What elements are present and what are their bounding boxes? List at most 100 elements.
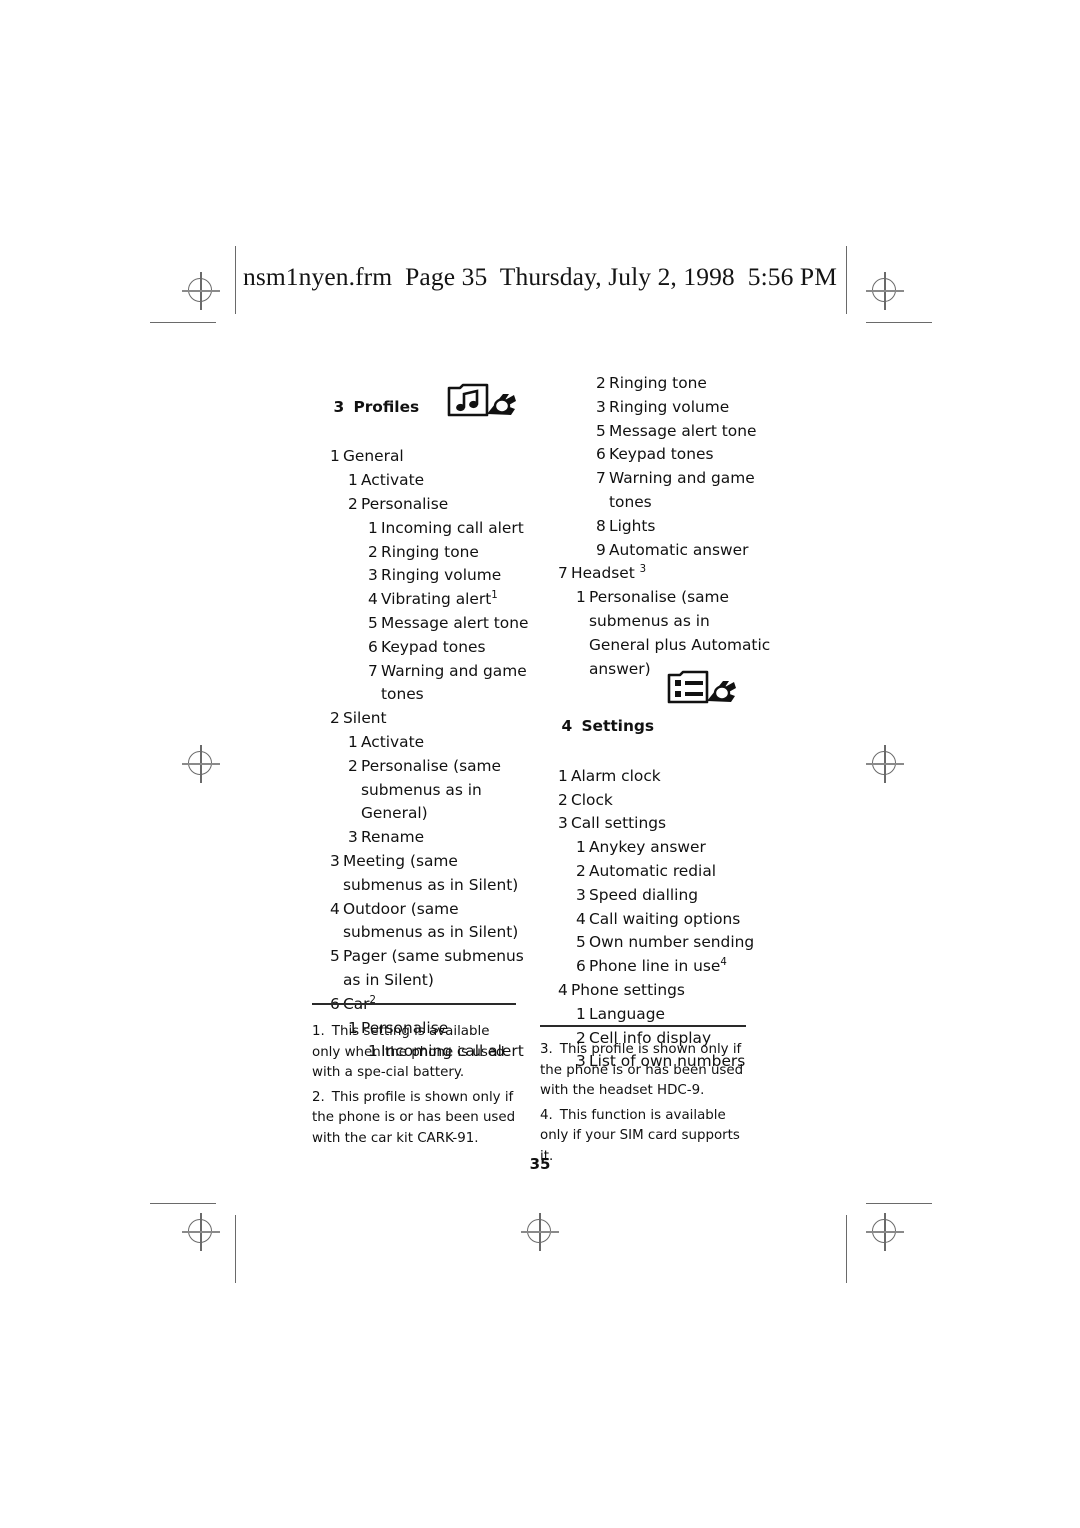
menu-entry-label: Warning and game tones: [381, 661, 527, 704]
menu-entry-label: Ringing tone: [609, 374, 707, 392]
menu-entry: 4 Phone settings: [558, 979, 772, 1003]
menu-entry-number: 5: [576, 933, 586, 952]
menu-entry: 7 Warning and game tones: [596, 467, 772, 515]
menu-entry-label: Alarm clock: [571, 766, 661, 785]
footnote-rule-left: [312, 1003, 516, 1005]
file-header-line: nsm1nyen.frm Page 35 Thursday, July 2, 1…: [242, 262, 837, 291]
menu-entry-number: 6: [368, 637, 378, 656]
menu-entry-number: 1: [348, 471, 358, 490]
menu-entry-number: 2: [368, 542, 378, 561]
menu-list-profiles: 1 General 1 Activate 2 Personalise 1 Incoming c…: [312, 445, 534, 1064]
footnote: 3. This profile is shown only if the phon…: [540, 1040, 752, 1102]
menu-entry-label: Language: [589, 1004, 665, 1023]
menu-entry: 3 Rename: [348, 826, 534, 850]
menu-entry: 2 Silent: [330, 707, 534, 731]
menu-entry: 1 Activate: [348, 731, 534, 755]
footnote: 1. This setting is available only when th…: [312, 1022, 520, 1084]
menu-entry-label: Ringing tone: [381, 542, 479, 561]
menu-entry-label: Vibrating alert1: [381, 590, 498, 609]
menu-entry-number: 4: [576, 909, 586, 928]
menu-entry-number: 2: [558, 790, 568, 809]
footnote-text: This setting is available only when the …: [312, 1024, 505, 1081]
crop-mark-bottom-right-h: [866, 1203, 932, 1205]
menu-entry-label: Phone settings: [571, 980, 685, 999]
menu-entry-number: 1: [330, 447, 340, 466]
menu-entry-label: Clock: [571, 790, 613, 809]
menu-entry: 1 Incoming call alert: [368, 517, 534, 541]
menu-entry: 3 Ringing volume: [596, 396, 772, 420]
menu-entry-label: Outdoor (same submenus as in Silent): [343, 899, 519, 942]
menu-entry-number: 4: [368, 590, 378, 609]
menu-entry-label: Meeting (same submenus as in Silent): [343, 851, 519, 894]
footnote-text: This profile is shown only if the phone …: [540, 1042, 744, 1099]
menu-entry-number: 3: [348, 828, 358, 847]
menu-entry-label: Phone line in use4: [589, 957, 727, 976]
menu-entry-label: Personalise: [361, 494, 449, 513]
menu-entry: 2 Personalise (same submenus as in Genera…: [348, 755, 534, 826]
footnote: 2. This profile is shown only if the phon…: [312, 1088, 520, 1150]
menu-entry: 5 Message alert tone: [596, 420, 772, 444]
footnote-rule-right: [540, 1025, 746, 1027]
menu-entry: 3 Ringing volume: [368, 564, 534, 588]
right-column: 2 Ringing tone 3 Ringing volume 5 Message ale…: [540, 372, 772, 1074]
footnote-number: 1.: [312, 1024, 325, 1039]
menu-entry-label: Automatic redial: [589, 861, 717, 880]
menu-entry: 1 Personalise (same submenus as in Genera…: [576, 586, 772, 681]
menu-entry: 8 Lights: [596, 515, 772, 539]
menu-entry-number: 5: [330, 947, 340, 966]
footnote-marker: 3: [639, 564, 647, 576]
section-title: Profiles: [353, 397, 420, 416]
menu-entry: 3 Meeting (same submenus as in Silent): [330, 850, 534, 898]
left-column: 3 Profiles 1 General 1 Activate 2 Personalise 1…: [312, 372, 534, 1064]
menu-entry-number: 6: [576, 957, 586, 976]
menu-entry: 6 Keypad tones: [368, 636, 534, 660]
menu-entry-number: 1: [348, 732, 358, 751]
menu-entry-number: 3: [576, 885, 586, 904]
crop-mark-bottom-left-v: [235, 1215, 237, 1283]
menu-entry-number: 7: [558, 564, 568, 583]
section-number: 3: [333, 397, 345, 416]
menu-entry-label: Car2: [343, 994, 376, 1013]
menu-entry-number: 9: [596, 540, 606, 559]
crop-mark-bottom-left-h: [150, 1203, 216, 1205]
menu-entry-label: Automatic answer: [609, 540, 749, 559]
menu-entry-label: Keypad tones: [381, 637, 486, 656]
menu-entry-label: Ringing volume: [609, 397, 730, 416]
menu-entry-number: 6: [596, 445, 606, 464]
menu-entry-label: General: [343, 447, 404, 466]
menu-entry: 2 Personalise: [348, 493, 534, 517]
menu-entry-number: 1: [576, 588, 586, 607]
menu-entry-label: Message alert tone: [609, 421, 757, 440]
footnote-number: 2.: [312, 1089, 325, 1105]
registration-mark-bottom-right: [866, 1213, 904, 1251]
menu-entry: 6 Keypad tones: [596, 443, 772, 467]
menu-entry-label: Message alert tone: [381, 613, 529, 632]
menu-entry-number: 5: [368, 613, 378, 632]
menu-entry-number: 2: [596, 374, 606, 392]
menu-entry-label: Call settings: [571, 814, 666, 833]
menu-entry: 5 Pager (same submenus as in Silent): [330, 945, 534, 993]
menu-entry-number: 3: [330, 851, 340, 870]
menu-entry: 2 Clock: [558, 789, 772, 813]
menu-entry-label: Rename: [361, 828, 425, 847]
footnote-marker: 1: [491, 590, 498, 602]
footnote-number: 3.: [540, 1042, 553, 1057]
menu-entry: 1 Activate: [348, 469, 534, 493]
footnote-marker: 4: [720, 957, 727, 968]
menu-entry: 1 Language: [576, 1003, 772, 1027]
menu-entry-number: 4: [558, 980, 568, 999]
menu-entry-number: 5: [596, 421, 606, 440]
section-number: 4: [561, 717, 573, 736]
menu-entry-number: 4: [330, 899, 340, 918]
footnotes-right: 3. This profile is shown only if the phon…: [540, 1040, 752, 1172]
menu-entry-label: Activate: [361, 732, 425, 751]
menu-entry-number: 6: [330, 993, 343, 1017]
menu-entry-number: 1: [368, 518, 378, 537]
menu-entry-label: Call waiting options: [589, 909, 741, 928]
menu-entry: 3 Call settings: [558, 812, 772, 836]
menu-entry-number: 3: [558, 814, 568, 833]
registration-mark-middle-left: [182, 745, 220, 783]
page-number: 35: [529, 1155, 551, 1173]
menu-entry-label: Warning and game tones: [609, 469, 755, 511]
menu-entry-label: Ringing volume: [381, 566, 502, 585]
